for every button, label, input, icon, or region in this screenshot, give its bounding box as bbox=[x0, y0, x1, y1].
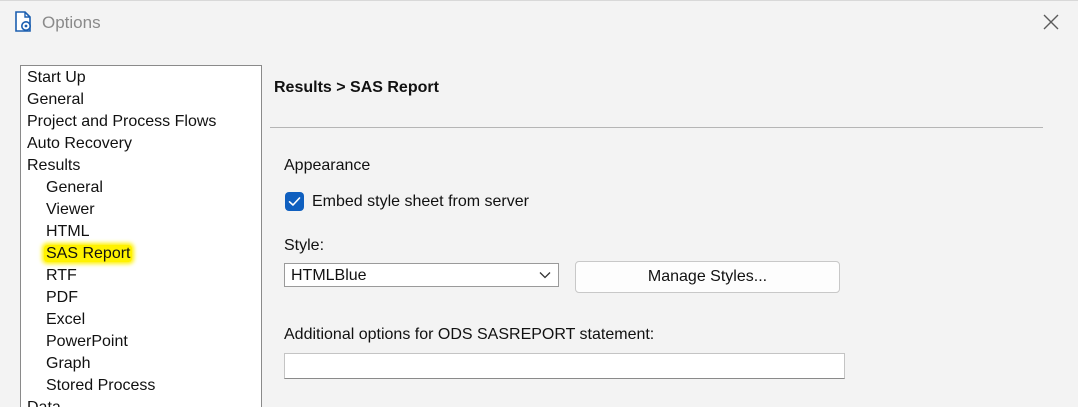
tree-item-label: Viewer bbox=[46, 201, 95, 218]
manage-styles-button[interactable]: Manage Styles... bbox=[575, 261, 840, 293]
tree-item-start-up[interactable]: Start Up bbox=[27, 67, 86, 89]
tree-item-label: Project and Process Flows bbox=[27, 113, 217, 130]
tree-item-label: General bbox=[27, 91, 84, 108]
tree-item-project-and-process-flows[interactable]: Project and Process Flows bbox=[27, 111, 216, 133]
style-select-value: HTMLBlue bbox=[291, 267, 367, 284]
tree-item-excel[interactable]: Excel bbox=[46, 309, 85, 331]
checkmark-icon bbox=[288, 197, 301, 206]
tree-item-results-general[interactable]: General bbox=[46, 177, 103, 199]
tree-item-powerpoint[interactable]: PowerPoint bbox=[46, 331, 128, 353]
tree-item-label-selected: SAS Report bbox=[44, 245, 133, 262]
style-label: Style: bbox=[284, 237, 325, 254]
tree-item-label: RTF bbox=[46, 267, 77, 284]
tree-item-label: Results bbox=[27, 157, 81, 174]
tree-item-label: PowerPoint bbox=[46, 333, 128, 350]
additional-options-label: Additional options for ODS SASREPORT sta… bbox=[284, 326, 655, 343]
options-tree[interactable]: Start Up General Project and Process Flo… bbox=[20, 65, 262, 407]
tree-item-general[interactable]: General bbox=[27, 89, 84, 111]
additional-options-input[interactable] bbox=[284, 353, 845, 379]
tree-item-label: Excel bbox=[46, 311, 86, 328]
style-select[interactable]: HTMLBlue bbox=[284, 263, 559, 287]
tree-item-label: General bbox=[46, 179, 103, 196]
tree-item-label: Start Up bbox=[27, 69, 86, 86]
tree-item-label: Stored Process bbox=[46, 377, 156, 394]
close-button[interactable] bbox=[1038, 9, 1064, 35]
options-dialog: Options Start Up General Project and Pro… bbox=[0, 0, 1078, 407]
window-title: Options bbox=[42, 13, 101, 32]
tree-item-auto-recovery[interactable]: Auto Recovery bbox=[27, 133, 132, 155]
tree-item-label: Auto Recovery bbox=[27, 135, 132, 152]
tree-item-label: PDF bbox=[46, 289, 78, 306]
tree-item-html[interactable]: HTML bbox=[46, 221, 90, 243]
tree-item-label: Graph bbox=[46, 355, 91, 372]
appearance-group-label: Appearance bbox=[284, 157, 371, 174]
tree-item-viewer[interactable]: Viewer bbox=[46, 199, 95, 221]
tree-item-sas-report[interactable]: SAS Report bbox=[44, 243, 133, 265]
embed-style-sheet-checkbox[interactable] bbox=[285, 192, 304, 211]
title-bar: Options bbox=[0, 1, 1078, 45]
chevron-down-icon bbox=[539, 272, 551, 279]
page-title: Results > SAS Report bbox=[274, 79, 439, 96]
tree-item-pdf[interactable]: PDF bbox=[46, 287, 78, 309]
tree-item-results[interactable]: Results bbox=[27, 155, 80, 177]
document-gear-icon bbox=[14, 11, 34, 33]
close-icon bbox=[1043, 14, 1059, 30]
divider bbox=[270, 127, 1043, 128]
tree-item-label: HTML bbox=[46, 223, 90, 240]
tree-item-stored-process[interactable]: Stored Process bbox=[46, 375, 155, 397]
embed-style-sheet-label[interactable]: Embed style sheet from server bbox=[312, 192, 529, 212]
tree-item-graph[interactable]: Graph bbox=[46, 353, 90, 375]
tree-item-rtf[interactable]: RTF bbox=[46, 265, 77, 287]
